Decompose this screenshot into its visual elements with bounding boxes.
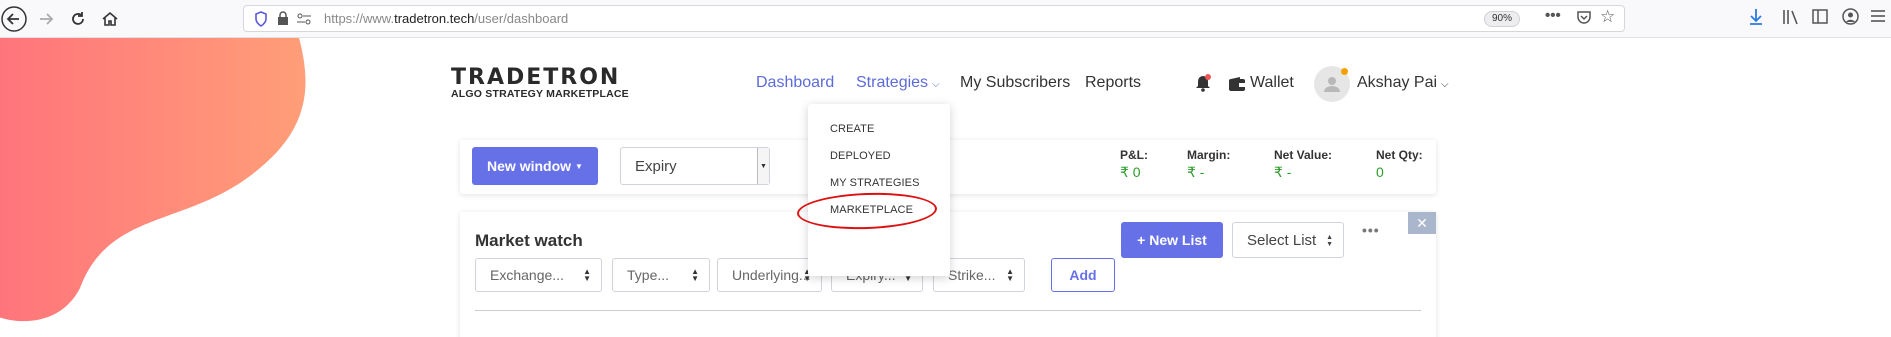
user-icon [1324, 77, 1340, 92]
exchange-filter-value: Exchange... [490, 267, 564, 283]
type-filter-value: Type... [627, 267, 670, 283]
home-icon[interactable] [96, 5, 124, 33]
nav-strategies[interactable]: Strategies ⌵ [856, 74, 940, 92]
nav-wallet[interactable]: Wallet [1250, 74, 1294, 92]
exchange-filter[interactable]: Exchange... ▲ ▼ [475, 258, 602, 292]
zoom-badge[interactable]: 90% [1484, 11, 1521, 27]
underlying-filter-value: Underlying... [732, 267, 811, 283]
strategies-dropdown: CREATE DEPLOYED MY STRATEGIES MARKETPLAC… [808, 104, 950, 276]
notification-dot [1205, 74, 1211, 80]
select-arrows-icon: ▲▼ [1326, 234, 1333, 248]
address-bar[interactable]: https://www.tradetron.tech/user/dashboar… [243, 5, 1625, 32]
margin-value: ₹ - [1187, 164, 1205, 180]
strike-filter-value: Strike... [948, 267, 996, 283]
select-arrows-icon: ▲▼ [691, 267, 699, 283]
select-list-value: Select List [1247, 231, 1317, 249]
back-icon[interactable] [0, 5, 28, 33]
download-icon[interactable] [1748, 8, 1764, 30]
nav-my-subscribers[interactable]: My Subscribers [960, 74, 1070, 92]
permissions-icon[interactable] [296, 12, 312, 31]
expiry-select-value: Expiry [635, 157, 677, 175]
wallet-icon[interactable] [1228, 76, 1246, 97]
caret-down-icon: ▼ [575, 161, 583, 171]
underlying-filter[interactable]: Underlying...▲▼ [717, 258, 822, 292]
net-value-value: ₹ - [1274, 164, 1292, 180]
new-window-label: New window [487, 158, 572, 174]
account-icon[interactable] [1842, 8, 1859, 29]
add-button[interactable]: Add [1051, 258, 1115, 292]
url-text: https://www.tradetron.tech/user/dashboar… [324, 11, 569, 26]
lock-icon[interactable] [277, 11, 289, 31]
logo-name: TRADETRON [451, 65, 621, 90]
pocket-icon[interactable] [1576, 9, 1592, 29]
library-icon[interactable] [1782, 9, 1800, 29]
menu-item-my-strategies[interactable]: MY STRATEGIES [830, 177, 920, 189]
new-window-button[interactable]: New window ▼ [472, 147, 598, 185]
expiry-select[interactable]: Expiry ▼ [620, 147, 770, 185]
close-icon[interactable]: ✕ [1408, 212, 1436, 234]
nav-strategies-label: Strategies [856, 74, 929, 91]
nav-reports[interactable]: Reports [1085, 74, 1141, 92]
more-options-icon[interactable]: ••• [1362, 222, 1380, 238]
chevron-down-icon: ⌵ [1441, 79, 1449, 90]
status-dot [1341, 68, 1348, 75]
net-value-label: Net Value: [1274, 148, 1333, 162]
nav-dashboard[interactable]: Dashboard [756, 74, 834, 92]
bookmark-star-icon[interactable]: ☆ [1600, 7, 1615, 27]
menu-item-deployed[interactable]: DEPLOYED [830, 150, 891, 162]
divider [475, 310, 1421, 311]
pnl-value: ₹ 0 [1120, 164, 1141, 180]
select-arrows-icon: ▼ [757, 148, 769, 184]
browser-toolbar: https://www.tradetron.tech/user/dashboar… [0, 0, 1891, 38]
sidebar-icon[interactable] [1812, 9, 1828, 28]
net-qty-label: Net Qty: [1376, 148, 1423, 162]
type-filter[interactable]: Type... ▲ ▼ [612, 258, 710, 292]
user-name: Akshay Pai [1357, 74, 1438, 91]
menu-item-create[interactable]: CREATE [830, 123, 874, 135]
page: TRADETRON ALGO STRATEGY MARKETPLACE Dash… [0, 38, 1891, 337]
select-arrows-icon: ▲▼ [583, 267, 591, 283]
menu-icon[interactable] [1870, 9, 1886, 27]
select-arrows-icon: ▲▼ [1006, 267, 1014, 283]
new-list-button[interactable]: + New List [1121, 222, 1223, 258]
user-menu[interactable]: Akshay Pai ⌵ [1357, 74, 1449, 92]
net-qty-value: 0 [1376, 164, 1384, 180]
chevron-down-icon: ⌵ [932, 79, 940, 90]
select-list-dropdown[interactable]: Select List ▲ ▼ [1232, 222, 1344, 258]
reload-icon[interactable] [64, 5, 92, 33]
pnl-label: P&L: [1120, 148, 1148, 162]
tradetron-logo[interactable]: TRADETRON ALGO STRATEGY MARKETPLACE [451, 65, 629, 100]
logo-tagline: ALGO STRATEGY MARKETPLACE [451, 88, 629, 100]
margin-label: Margin: [1187, 148, 1231, 162]
market-watch-title: Market watch [475, 231, 583, 250]
shield-icon[interactable] [254, 11, 268, 32]
decorative-blob [0, 38, 306, 322]
page-actions-icon[interactable]: ••• [1545, 7, 1561, 24]
forward-icon[interactable] [32, 5, 60, 33]
